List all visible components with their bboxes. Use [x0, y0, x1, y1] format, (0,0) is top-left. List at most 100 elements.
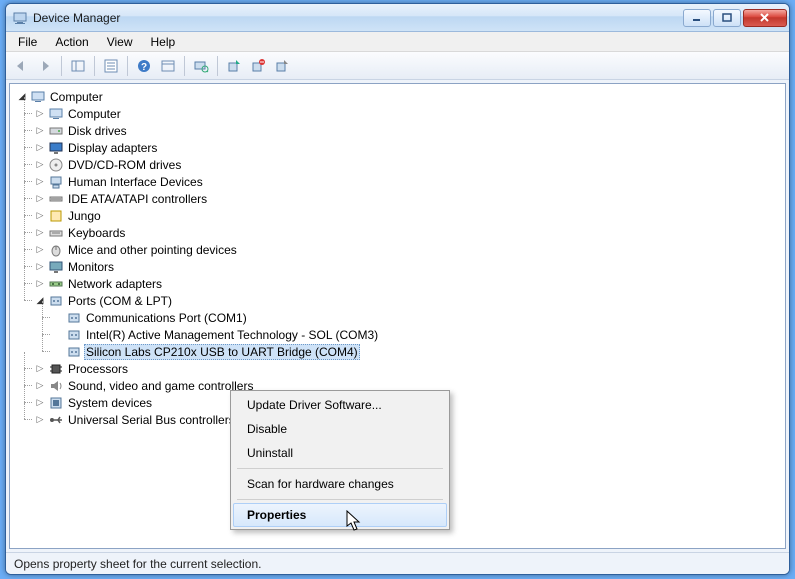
- action-button[interactable]: [157, 55, 179, 77]
- node-label: DVD/CD-ROM drives: [66, 158, 183, 172]
- show-hide-console-tree-button[interactable]: [67, 55, 89, 77]
- spacer: [52, 312, 64, 324]
- category-icon: [48, 378, 64, 394]
- menu-file[interactable]: File: [10, 33, 45, 51]
- category-icon: [48, 208, 64, 224]
- back-button[interactable]: [10, 55, 32, 77]
- tree-category[interactable]: ▷ Mice and other pointing devices: [34, 241, 783, 258]
- tree-category[interactable]: ◢ Ports (COM & LPT): [34, 292, 783, 309]
- tree-category[interactable]: ▷ Keyboards: [34, 224, 783, 241]
- category-icon: [48, 140, 64, 156]
- tree-category[interactable]: ▷ Disk drives: [34, 122, 783, 139]
- expand-icon[interactable]: ▷: [34, 380, 46, 392]
- node-label: Communications Port (COM1): [84, 311, 249, 325]
- category-icon: [48, 293, 64, 309]
- toolbar-separator: [94, 56, 95, 76]
- port-icon: [66, 310, 82, 326]
- category-icon: [48, 157, 64, 173]
- category-icon: [48, 191, 64, 207]
- node-label: Ports (COM & LPT): [66, 294, 174, 308]
- tree-device[interactable]: Silicon Labs CP210x USB to UART Bridge (…: [52, 343, 783, 360]
- tree-category[interactable]: ▷ Display adapters: [34, 139, 783, 156]
- cm-separator: [237, 468, 443, 469]
- toolbar-separator: [127, 56, 128, 76]
- tree-device[interactable]: Communications Port (COM1): [52, 309, 783, 326]
- scan-hardware-button[interactable]: [190, 55, 212, 77]
- properties-button[interactable]: [100, 55, 122, 77]
- node-label: Intel(R) Active Management Technology - …: [84, 328, 380, 342]
- menu-action[interactable]: Action: [47, 33, 96, 51]
- expand-icon[interactable]: ▷: [34, 278, 46, 290]
- category-icon: [48, 106, 64, 122]
- cm-update-driver[interactable]: Update Driver Software...: [233, 393, 447, 417]
- cm-disable[interactable]: Disable: [233, 417, 447, 441]
- node-label: Universal Serial Bus controllers: [66, 413, 237, 427]
- expand-icon[interactable]: ▷: [34, 176, 46, 188]
- update-driver-button[interactable]: [223, 55, 245, 77]
- tree-root[interactable]: ◢ Computer: [16, 88, 783, 105]
- node-label: Monitors: [66, 260, 116, 274]
- status-text: Opens property sheet for the current sel…: [14, 557, 261, 571]
- expand-icon[interactable]: ▷: [34, 108, 46, 120]
- toolbar-separator: [61, 56, 62, 76]
- node-label: Computer: [66, 107, 123, 121]
- menu-help[interactable]: Help: [143, 33, 184, 51]
- expand-icon[interactable]: ▷: [34, 125, 46, 137]
- expand-icon[interactable]: ▷: [34, 210, 46, 222]
- spacer: [52, 329, 64, 341]
- category-icon: [48, 174, 64, 190]
- expand-icon[interactable]: ▷: [34, 227, 46, 239]
- node-label: Keyboards: [66, 226, 127, 240]
- app-icon: [12, 10, 28, 26]
- node-label: Computer: [48, 90, 105, 104]
- window-controls: [683, 9, 787, 27]
- minimize-button[interactable]: [683, 9, 711, 27]
- computer-icon: [30, 89, 46, 105]
- node-label: Network adapters: [66, 277, 164, 291]
- menubar: File Action View Help: [6, 32, 789, 52]
- collapse-icon[interactable]: ◢: [16, 91, 28, 103]
- uninstall-button[interactable]: [247, 55, 269, 77]
- tree-device[interactable]: Intel(R) Active Management Technology - …: [52, 326, 783, 343]
- node-label: IDE ATA/ATAPI controllers: [66, 192, 209, 206]
- expand-icon[interactable]: ▷: [34, 363, 46, 375]
- cm-uninstall[interactable]: Uninstall: [233, 441, 447, 465]
- maximize-button[interactable]: [713, 9, 741, 27]
- tree-category[interactable]: ▷ IDE ATA/ATAPI controllers: [34, 190, 783, 207]
- toolbar-separator: [184, 56, 185, 76]
- cm-properties[interactable]: Properties: [233, 503, 447, 527]
- expand-icon[interactable]: ▷: [34, 414, 46, 426]
- tree-category[interactable]: ▷ Network adapters: [34, 275, 783, 292]
- disable-button[interactable]: [271, 55, 293, 77]
- category-icon: [48, 276, 64, 292]
- tree-category[interactable]: ▷ Jungo: [34, 207, 783, 224]
- node-label: System devices: [66, 396, 154, 410]
- expand-icon[interactable]: ▷: [34, 142, 46, 154]
- expand-icon[interactable]: ▷: [34, 159, 46, 171]
- expand-icon[interactable]: ▷: [34, 193, 46, 205]
- statusbar: Opens property sheet for the current sel…: [6, 552, 789, 574]
- device-tree[interactable]: ◢ Computer ▷ Computer ▷ Disk drives ▷ Di…: [12, 88, 783, 428]
- tree-category[interactable]: ▷ Human Interface Devices: [34, 173, 783, 190]
- expand-icon[interactable]: ▷: [34, 261, 46, 273]
- tree-category[interactable]: ▷ Computer: [34, 105, 783, 122]
- toolbar: ?: [6, 52, 789, 80]
- spacer: [52, 346, 64, 358]
- expand-icon[interactable]: ▷: [34, 397, 46, 409]
- collapse-icon[interactable]: ◢: [34, 295, 46, 307]
- menu-view[interactable]: View: [99, 33, 141, 51]
- node-label: Mice and other pointing devices: [66, 243, 239, 257]
- help-button[interactable]: ?: [133, 55, 155, 77]
- cm-scan[interactable]: Scan for hardware changes: [233, 472, 447, 496]
- expand-icon[interactable]: ▷: [34, 244, 46, 256]
- window-title: Device Manager: [33, 11, 683, 25]
- context-menu: Update Driver Software... Disable Uninst…: [230, 390, 450, 530]
- close-button[interactable]: [743, 9, 787, 27]
- tree-category[interactable]: ▷ Processors: [34, 360, 783, 377]
- category-icon: [48, 259, 64, 275]
- tree-category[interactable]: ▷ DVD/CD-ROM drives: [34, 156, 783, 173]
- titlebar: Device Manager: [6, 4, 789, 32]
- category-icon: [48, 123, 64, 139]
- forward-button[interactable]: [34, 55, 56, 77]
- tree-category[interactable]: ▷ Monitors: [34, 258, 783, 275]
